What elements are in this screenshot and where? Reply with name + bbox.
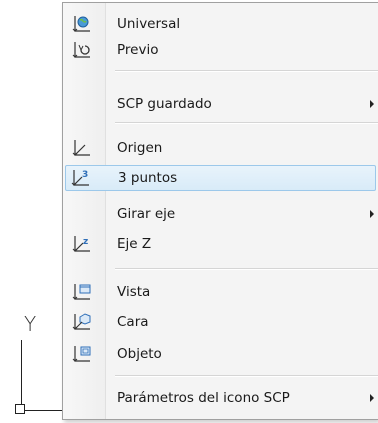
menu-separator	[115, 122, 378, 124]
menu-item-label: Origen	[117, 140, 163, 156]
submenu-arrow-icon	[370, 210, 374, 218]
svg-text:z: z	[83, 237, 88, 247]
face-icon	[71, 312, 93, 332]
y-axis-label: Y	[24, 312, 37, 336]
submenu-arrow-icon	[370, 100, 374, 108]
menu-item-3-puntos[interactable]: 3 3 puntos	[65, 165, 376, 191]
menu-item-origen[interactable]: Origen	[65, 135, 378, 161]
menu-item-cara[interactable]: Cara	[65, 309, 378, 335]
submenu-arrow-icon	[370, 394, 374, 402]
menu-item-label: 3 puntos	[118, 170, 178, 186]
menu-item-vista[interactable]: Vista	[65, 279, 378, 305]
menu-item-label: Objeto	[117, 346, 162, 362]
menu-item-label: Eje Z	[117, 236, 152, 252]
three-point-icon: 3	[70, 168, 92, 188]
z-axis-icon: z	[71, 234, 93, 254]
world-ucs-icon	[71, 14, 93, 34]
menu-item-label: SCP guardado	[117, 96, 212, 112]
menu-separator	[115, 375, 378, 377]
menu-item-previo[interactable]: Previo	[65, 37, 378, 63]
menu-item-label: Girar eje	[117, 206, 176, 222]
menu-item-objeto[interactable]: Objeto	[65, 341, 378, 367]
object-icon	[71, 344, 93, 364]
menu-separator	[115, 268, 378, 270]
menu-item-label: Parámetros del icono SCP	[117, 390, 290, 406]
menu-item-eje-z[interactable]: z Eje Z	[65, 231, 378, 257]
menu-item-label: Previo	[117, 42, 159, 58]
ucs-y-axis-line	[21, 340, 22, 410]
previous-ucs-icon	[71, 40, 93, 60]
ucs-context-menu: Universal Previo SCP guardado Origen 3 3…	[62, 2, 378, 420]
menu-item-label: Vista	[117, 284, 151, 300]
view-icon	[71, 282, 93, 302]
menu-item-parametros-icono-scp[interactable]: Parámetros del icono SCP	[65, 385, 378, 411]
menu-separator	[115, 70, 378, 72]
menu-item-label: Universal	[117, 16, 181, 32]
menu-item-girar-eje[interactable]: Girar eje	[65, 201, 378, 227]
ucs-origin-box	[15, 404, 25, 414]
svg-text:3: 3	[82, 170, 88, 180]
menu-item-label: Cara	[117, 314, 149, 330]
menu-item-scp-guardado[interactable]: SCP guardado	[65, 91, 378, 117]
origin-icon	[71, 138, 93, 158]
menu-item-universal[interactable]: Universal	[65, 11, 378, 37]
